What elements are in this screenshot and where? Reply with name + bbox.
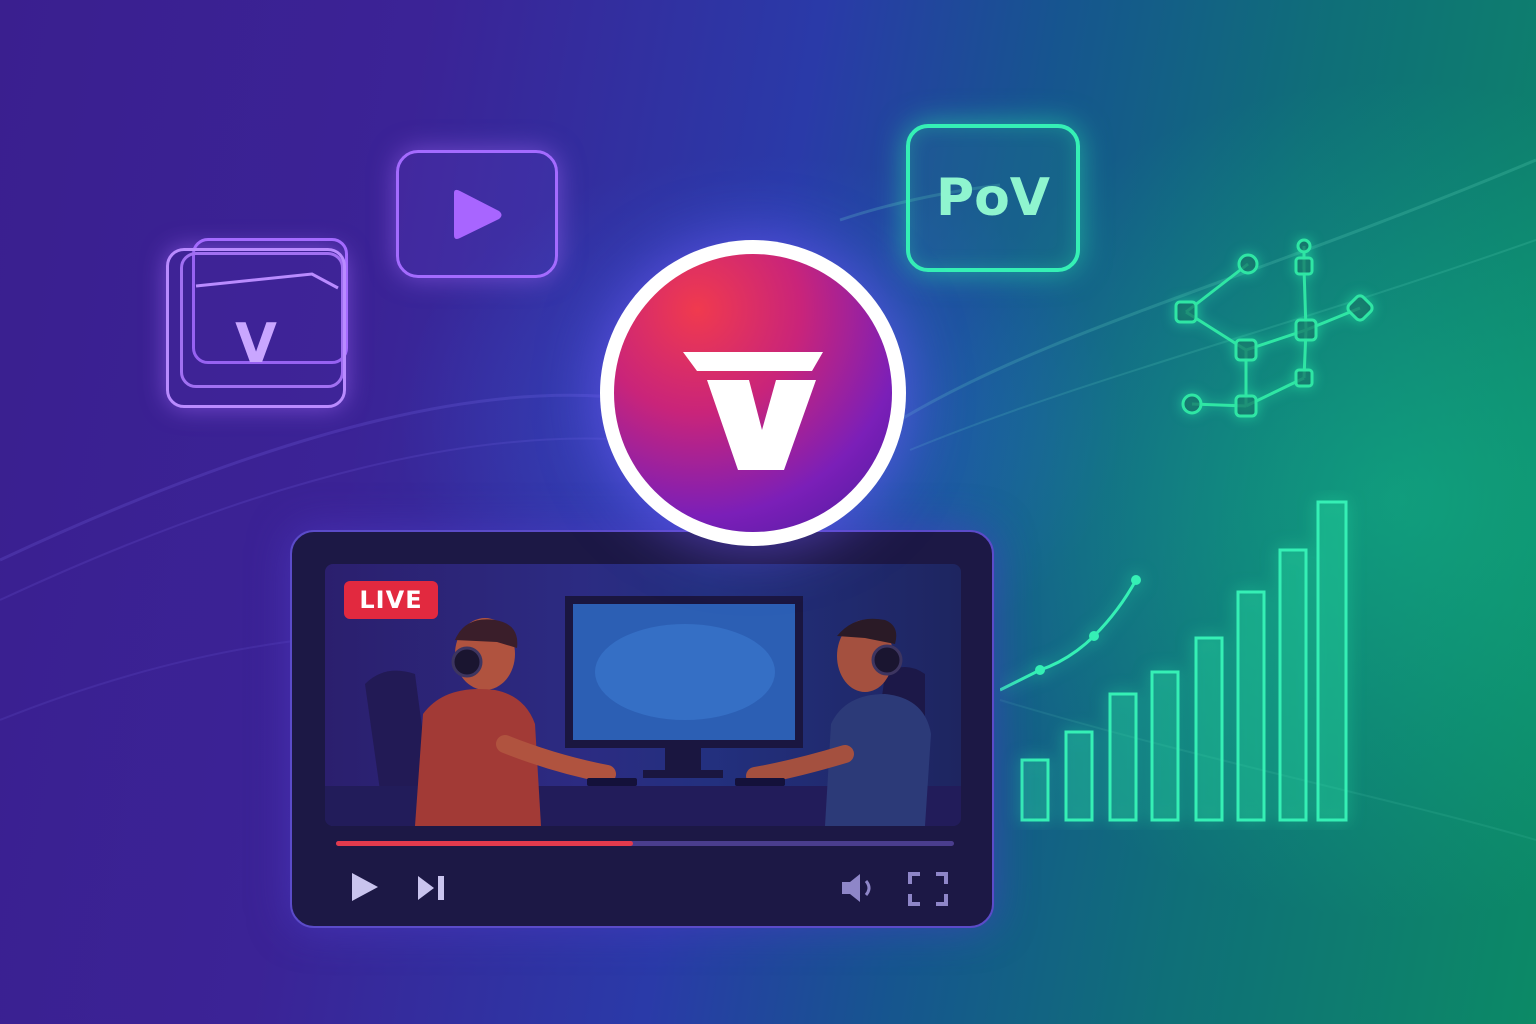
brand-logo — [600, 240, 906, 546]
live-badge: LIVE — [344, 581, 438, 619]
wallet-icon: V — [162, 238, 352, 413]
wallet-flap — [195, 272, 339, 290]
fullscreen-icon[interactable] — [908, 872, 948, 906]
progress-fill — [336, 841, 633, 846]
volume-icon[interactable] — [840, 872, 876, 904]
play-button[interactable] — [348, 870, 382, 904]
wallet-letter: V — [235, 311, 277, 375]
pov-box: PoV — [906, 124, 1080, 272]
progress-bar[interactable] — [336, 841, 954, 846]
play-icon — [396, 150, 558, 278]
live-label: LIVE — [359, 586, 423, 614]
network-graph-icon — [1174, 238, 1374, 418]
pov-label: PoV — [935, 168, 1051, 228]
bar-chart-icon — [1000, 500, 1348, 822]
video-player[interactable]: LIVE — [290, 530, 994, 928]
next-icon[interactable] — [416, 874, 450, 902]
v-logo-icon — [683, 352, 823, 470]
